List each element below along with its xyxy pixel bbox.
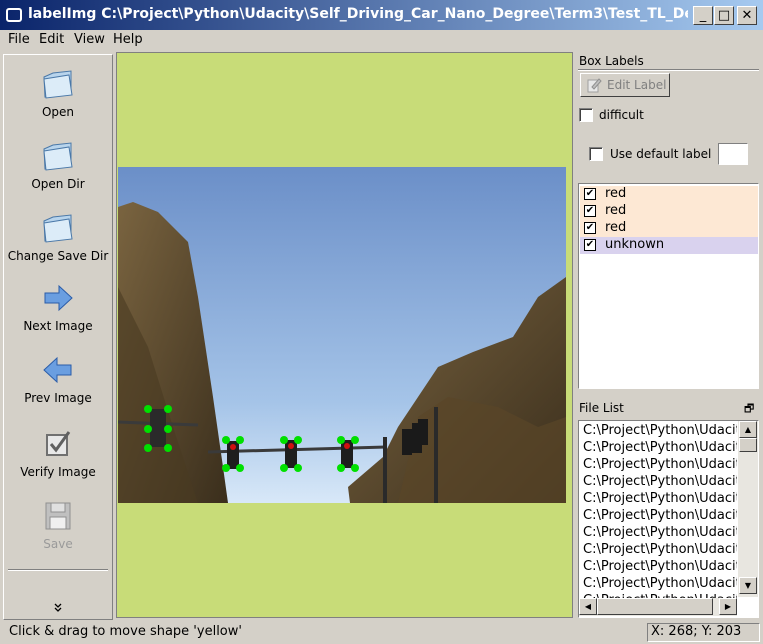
menu-bar: File Edit View Help <box>0 30 763 50</box>
default-label-input[interactable] <box>718 143 748 165</box>
panel-divider <box>578 69 759 71</box>
label-text: unknown <box>605 237 665 252</box>
scroll-left-icon[interactable]: ◀ <box>579 598 597 615</box>
file-list-item[interactable]: C:\Project\Python\Udacity <box>583 559 737 574</box>
file-list-item[interactable]: C:\Project\Python\Udacity <box>583 440 737 455</box>
app-icon <box>6 8 22 22</box>
next-image-button[interactable]: Next Image <box>4 281 112 333</box>
checkbox-icon <box>46 431 71 456</box>
edit-icon <box>587 78 602 93</box>
label-item[interactable]: ✔ red <box>580 203 758 220</box>
file-list-item[interactable]: C:\Project\Python\Udacity <box>583 423 737 438</box>
menu-help[interactable]: Help <box>113 32 143 47</box>
label-text: red <box>605 203 627 218</box>
open-dir-label: Open Dir <box>31 177 85 191</box>
label-item[interactable]: ✔ red <box>580 220 758 237</box>
label-checkbox[interactable]: ✔ <box>584 239 596 251</box>
label-text: red <box>605 186 627 201</box>
folder-icon <box>43 142 73 171</box>
scrollbar-thumb[interactable] <box>597 598 713 615</box>
toolbar-divider <box>8 569 108 571</box>
toolbar-extension-icon[interactable] <box>54 603 62 615</box>
open-dir-button[interactable]: Open Dir <box>4 139 112 191</box>
menu-edit[interactable]: Edit <box>39 32 64 47</box>
maximize-button[interactable]: □ <box>714 6 734 25</box>
open-label: Open <box>41 105 75 119</box>
minimize-button[interactable]: _ <box>693 6 713 25</box>
left-toolbar: Open Open Dir Change Save Dir Next Image… <box>3 54 113 620</box>
file-list-item[interactable]: C:\Project\Python\Udacity <box>583 474 737 489</box>
use-default-label-text: Use default label <box>610 147 712 161</box>
annotated-image[interactable] <box>118 167 566 503</box>
label-checkbox[interactable]: ✔ <box>584 205 596 217</box>
use-default-label-checkbox[interactable] <box>589 147 603 161</box>
label-item[interactable]: ✔ red <box>580 186 758 203</box>
scroll-down-icon[interactable]: ▼ <box>739 577 757 594</box>
file-list-title: File List <box>579 401 624 415</box>
verify-image-button[interactable]: Verify Image <box>4 427 112 479</box>
file-list-item[interactable]: C:\Project\Python\Udacity <box>583 576 737 591</box>
title-bar: labelImg C:\Project\Python\Udacity\Self_… <box>0 0 763 30</box>
file-list-horizontal-scrollbar[interactable]: ◀ ▶ <box>579 598 737 616</box>
arrow-right-icon <box>44 284 73 312</box>
box-labels-title: Box Labels <box>579 54 644 68</box>
difficult-checkbox[interactable] <box>579 108 593 122</box>
open-button[interactable]: Open <box>4 67 112 119</box>
label-checkbox[interactable]: ✔ <box>584 188 596 200</box>
file-list-item[interactable]: C:\Project\Python\Udacity <box>583 542 737 557</box>
file-list-item[interactable]: C:\Project\Python\Udacity <box>583 457 737 472</box>
edit-label-text: Edit Label <box>607 78 667 92</box>
cursor-coordinates: X: 268; Y: 203 <box>647 623 760 642</box>
status-message: Click & drag to move shape 'yellow' <box>9 624 242 639</box>
change-save-dir-label: Change Save Dir <box>7 249 109 263</box>
verify-image-label: Verify Image <box>20 465 96 479</box>
window-title: labelImg C:\Project\Python\Udacity\Self_… <box>28 6 688 22</box>
file-list: C:\Project\Python\Udacity C:\Project\Pyt… <box>578 420 759 618</box>
scrollbar-thumb[interactable] <box>739 438 757 452</box>
scroll-right-icon[interactable]: ▶ <box>719 598 737 615</box>
next-image-label: Next Image <box>23 319 93 333</box>
edit-label-button[interactable]: Edit Label <box>580 73 670 97</box>
float-panel-icon[interactable]: 🗗 <box>744 400 754 419</box>
folder-icon <box>43 70 73 99</box>
arrow-left-icon <box>43 356 72 384</box>
status-bar: Click & drag to move shape 'yellow' X: 2… <box>0 622 763 644</box>
file-list-vertical-scrollbar[interactable]: ▲ ▼ <box>738 421 758 597</box>
floppy-disk-icon <box>45 502 71 530</box>
save-label: Save <box>43 537 73 551</box>
file-list-item[interactable]: C:\Project\Python\Udacity <box>583 525 737 540</box>
save-button[interactable]: Save <box>4 499 112 551</box>
label-checkbox[interactable]: ✔ <box>584 222 596 234</box>
folder-icon <box>43 214 73 243</box>
change-save-dir-button[interactable]: Change Save Dir <box>4 211 112 263</box>
menu-file[interactable]: File <box>8 32 30 47</box>
scroll-up-icon[interactable]: ▲ <box>739 421 757 438</box>
prev-image-button[interactable]: Prev Image <box>4 353 112 405</box>
file-list-item[interactable]: C:\Project\Python\Udacity <box>583 508 737 523</box>
label-list: ✔ red ✔ red ✔ red ✔ unknown <box>578 183 759 389</box>
label-item-selected[interactable]: ✔ unknown <box>580 237 758 254</box>
label-text: red <box>605 220 627 235</box>
close-button[interactable]: ✕ <box>737 6 757 25</box>
difficult-label: difficult <box>599 108 644 122</box>
menu-view[interactable]: View <box>74 32 105 47</box>
prev-image-label: Prev Image <box>24 391 92 405</box>
file-list-item[interactable]: C:\Project\Python\Udacity <box>583 491 737 506</box>
